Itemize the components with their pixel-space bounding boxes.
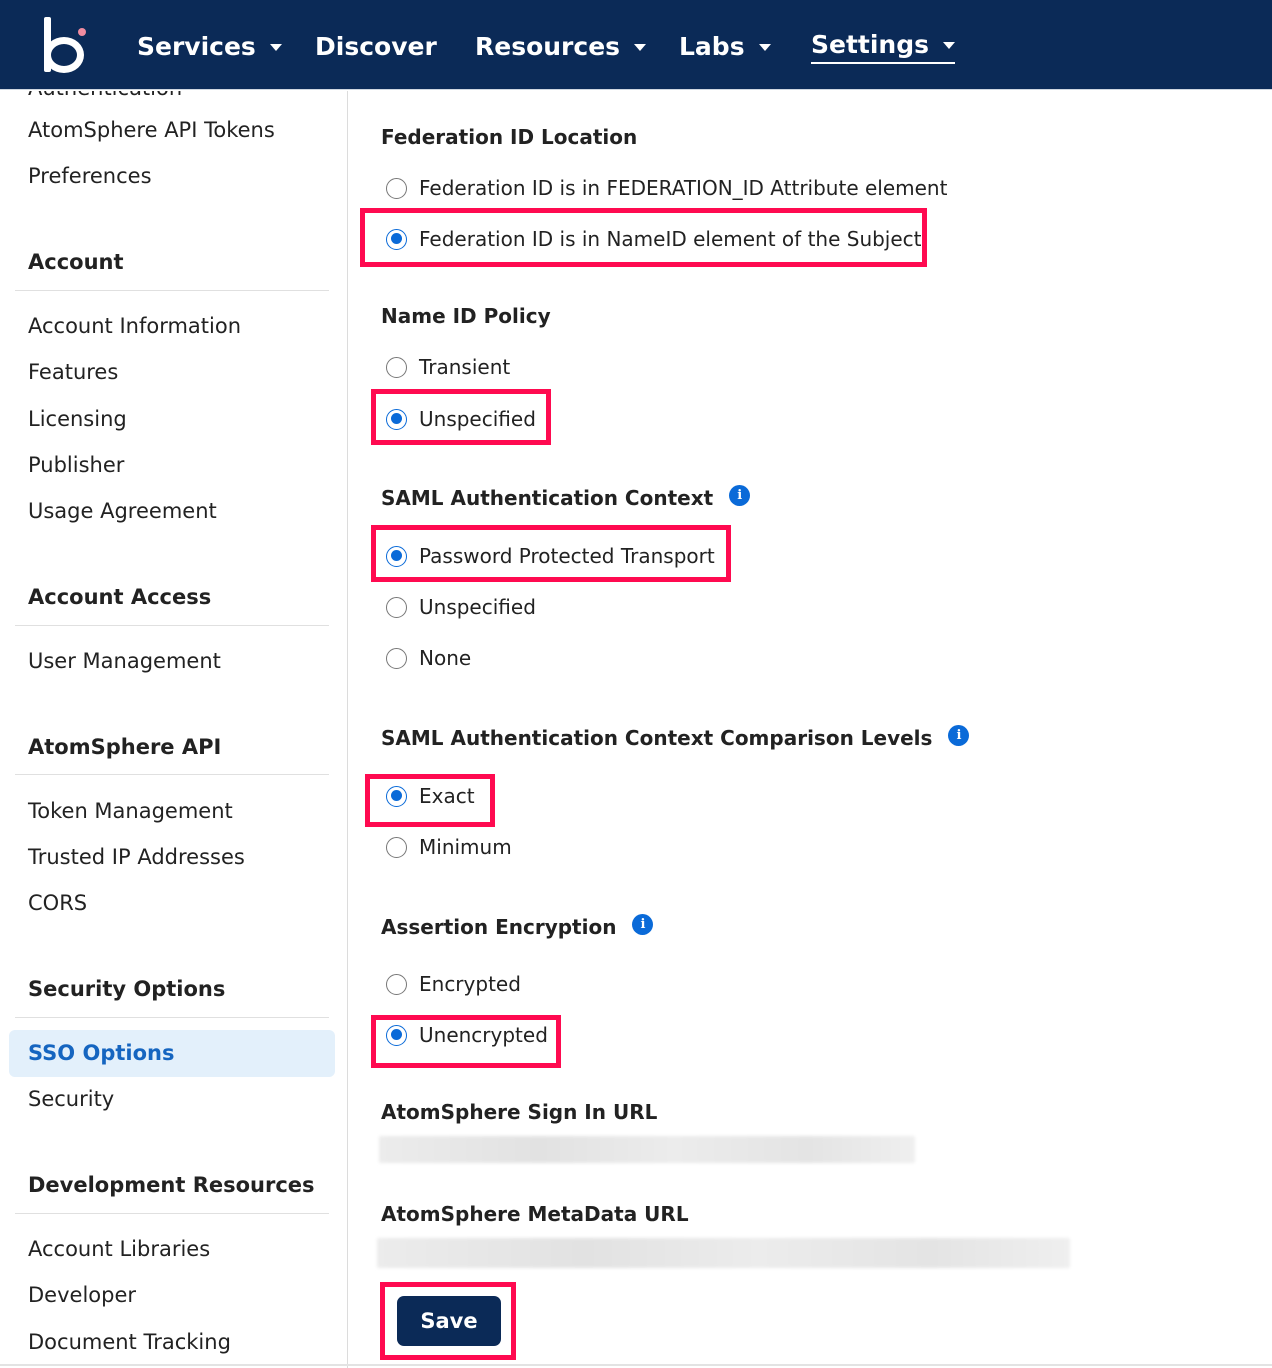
radio-button-selected[interactable] (386, 785, 407, 807)
nav-settings-label: Settings (811, 29, 930, 59)
radio-label: Federation ID is in FEDERATION_ID Attrib… (419, 176, 948, 200)
radio-label: Federation ID is in NameID element of th… (419, 227, 922, 251)
info-icon[interactable]: i (729, 484, 751, 506)
sidebar-item-security[interactable]: Security (28, 1087, 114, 1111)
sidebar-item-sso-options[interactable]: SSO Options (28, 1041, 174, 1065)
sidebar-heading-development-resources: Development Resources (28, 1173, 315, 1197)
radio-encryption-unencrypted[interactable]: Unencrypted (386, 1023, 548, 1047)
sidebar-item-licensing[interactable]: Licensing (28, 407, 127, 431)
nav-labs-label: Labs (679, 31, 745, 61)
radio-button[interactable] (386, 356, 407, 378)
sidebar-heading-account: Account (28, 250, 124, 274)
boomi-logo-icon[interactable] (44, 17, 90, 73)
logo-dot (78, 28, 86, 36)
top-navigation: Services Discover Resources Labs Setting… (0, 0, 1272, 90)
sidebar-item-trusted-ip-addresses[interactable]: Trusted IP Addresses (28, 845, 245, 869)
name-id-policy-title: Name ID Policy (381, 304, 551, 328)
bottom-divider (0, 1364, 1272, 1366)
radio-button-selected[interactable] (386, 545, 407, 567)
radio-comparison-minimum[interactable]: Minimum (386, 835, 512, 859)
sidebar-item-developer[interactable]: Developer (28, 1283, 136, 1307)
sidebar-item-publisher[interactable]: Publisher (28, 453, 124, 477)
sso-options-form: Federation ID Location Federation ID is … (349, 91, 1272, 1368)
sidebar-item-authentication[interactable]: Authentication (28, 91, 182, 100)
saml-comparison-levels-title: SAML Authentication Context Comparison L… (381, 724, 970, 750)
radio-auth-context-password-protected[interactable]: Password Protected Transport (386, 544, 715, 568)
sidebar-item-account-libraries[interactable]: Account Libraries (28, 1237, 210, 1261)
radio-name-id-transient[interactable]: Transient (386, 355, 510, 379)
sidebar-item-preferences[interactable]: Preferences (28, 164, 152, 188)
radio-button[interactable] (386, 973, 407, 995)
nav-labs[interactable]: Labs (679, 26, 771, 66)
logo-bowl (44, 37, 84, 73)
sidebar-item-features[interactable]: Features (28, 360, 118, 384)
radio-label: Transient (419, 355, 511, 379)
radio-button-selected[interactable] (386, 1024, 407, 1046)
sign-in-url-title: AtomSphere Sign In URL (381, 1100, 658, 1124)
radio-button[interactable] (386, 647, 407, 669)
radio-label: None (419, 646, 472, 670)
saml-auth-context-title: SAML Authentication Context i (381, 484, 751, 510)
nav-discover-label: Discover (315, 31, 437, 61)
sidebar-divider (15, 774, 329, 775)
sidebar-item-document-tracking[interactable]: Document Tracking (28, 1330, 231, 1354)
caret-down-icon (758, 44, 771, 51)
radio-label: Minimum (419, 835, 512, 859)
radio-federation-id-nameid[interactable]: Federation ID is in NameID element of th… (386, 227, 922, 251)
radio-comparison-exact[interactable]: Exact (386, 784, 475, 808)
nav-resources[interactable]: Resources (475, 26, 647, 66)
nav-resources-label: Resources (475, 31, 621, 61)
sign-in-url-value-redacted (379, 1136, 915, 1163)
sidebar-item-account-information[interactable]: Account Information (28, 314, 241, 338)
radio-encryption-encrypted[interactable]: Encrypted (386, 972, 521, 996)
sidebar-divider (15, 1017, 329, 1018)
caret-down-icon (634, 44, 647, 51)
sidebar-divider (15, 625, 329, 626)
sidebar-heading-security-options: Security Options (28, 977, 226, 1001)
radio-label: Unspecified (419, 407, 536, 431)
radio-button-selected[interactable] (386, 228, 407, 250)
sidebar-item-usage-agreement[interactable]: Usage Agreement (28, 499, 217, 523)
radio-button[interactable] (386, 177, 407, 199)
metadata-url-value-redacted (377, 1238, 1070, 1268)
save-button[interactable]: Save (397, 1296, 501, 1346)
sidebar-item-api-tokens[interactable]: AtomSphere API Tokens (28, 118, 275, 142)
info-icon[interactable]: i (632, 913, 654, 935)
radio-federation-id-attribute[interactable]: Federation ID is in FEDERATION_ID Attrib… (386, 176, 947, 200)
caret-down-icon (943, 42, 956, 49)
settings-sidebar: Authentication AtomSphere API Tokens Pre… (0, 91, 348, 1368)
federation-id-location-title: Federation ID Location (381, 125, 638, 149)
nav-settings[interactable]: Settings (811, 26, 956, 64)
sidebar-item-user-management[interactable]: User Management (28, 649, 221, 673)
saml-auth-context-title-text: SAML Authentication Context (381, 486, 714, 510)
nav-services-label: Services (137, 31, 256, 61)
radio-auth-context-unspecified[interactable]: Unspecified (386, 595, 536, 619)
radio-label: Unspecified (419, 595, 536, 619)
radio-button[interactable] (386, 836, 407, 858)
sidebar-divider (15, 1213, 329, 1214)
nav-services[interactable]: Services (137, 26, 282, 66)
caret-down-icon (269, 44, 282, 51)
radio-label: Password Protected Transport (419, 544, 715, 568)
sidebar-divider (15, 290, 329, 291)
info-icon[interactable]: i (948, 724, 970, 746)
sidebar-item-token-management[interactable]: Token Management (28, 799, 233, 823)
radio-label: Exact (419, 784, 475, 808)
radio-label: Encrypted (419, 972, 521, 996)
sidebar-heading-account-access: Account Access (28, 585, 212, 609)
radio-button-selected[interactable] (386, 408, 407, 430)
assertion-encryption-title-text: Assertion Encryption (381, 915, 617, 939)
saml-comparison-levels-title-text: SAML Authentication Context Comparison L… (381, 726, 933, 750)
radio-button[interactable] (386, 596, 407, 618)
sidebar-item-cors[interactable]: CORS (28, 891, 87, 915)
nav-discover[interactable]: Discover (315, 26, 437, 66)
radio-label: Unencrypted (419, 1023, 548, 1047)
radio-name-id-unspecified[interactable]: Unspecified (386, 407, 536, 431)
sidebar-heading-atomsphere-api: AtomSphere API (28, 735, 222, 759)
assertion-encryption-title: Assertion Encryption i (381, 913, 654, 939)
metadata-url-title: AtomSphere MetaData URL (381, 1202, 689, 1226)
radio-auth-context-none[interactable]: None (386, 646, 471, 670)
